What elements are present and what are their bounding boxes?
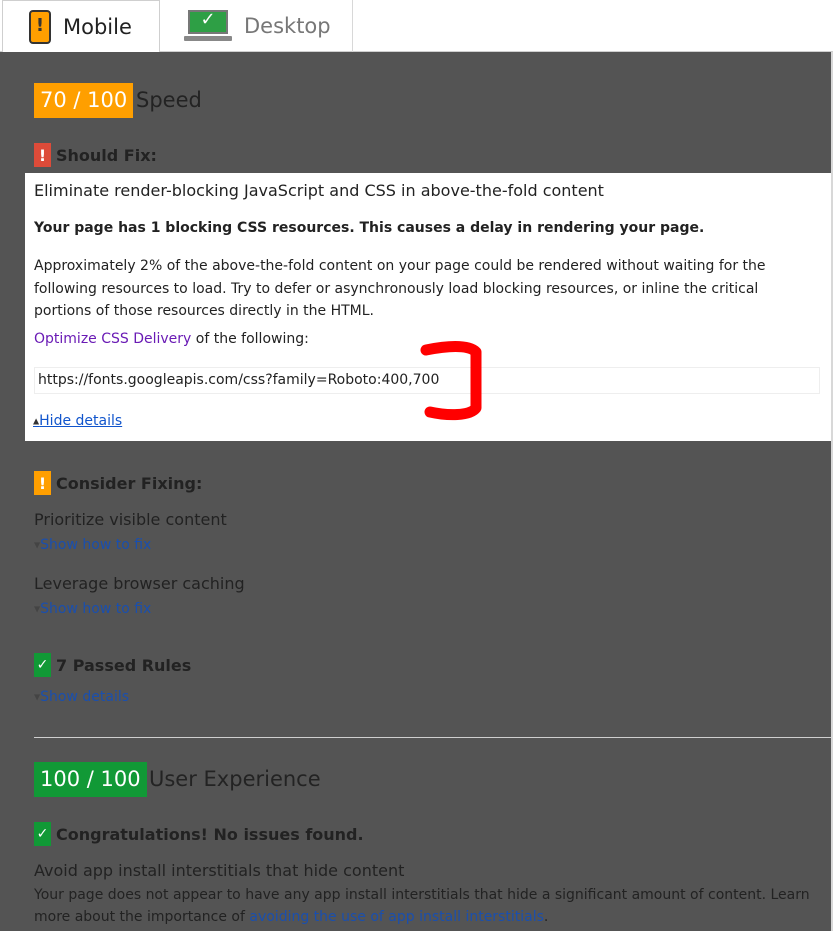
show-how-to-fix-label: Show how to fix (40, 601, 152, 617)
optimize-line: Optimize CSS Delivery of the following: (34, 331, 309, 347)
rule-title: Eliminate render-blocking JavaScript and… (34, 181, 604, 200)
rule-description: Approximately 2% of the above-the-fold c… (34, 258, 766, 319)
tab-mobile-label: Mobile (63, 14, 132, 39)
optimize-suffix: of the following: (191, 331, 309, 347)
passed-rules-header: ✓ 7 Passed Rules (34, 653, 191, 677)
ux-title: User Experience (149, 767, 321, 791)
check-icon: ✓ (34, 822, 51, 846)
speed-score-badge: 70 / 100 (34, 83, 134, 118)
hide-details-link[interactable]: ▲Hide details (33, 413, 122, 429)
ux-rule-title: Avoid app install interstitials that hid… (34, 861, 405, 880)
show-how-to-fix-label: Show how to fix (40, 537, 152, 553)
ux-score-badge: 100 / 100 (34, 762, 147, 797)
check-icon: ✓ (34, 653, 51, 677)
rule-summary: Your page has 1 blocking CSS resources. … (34, 220, 705, 236)
ux-congrats-label: Congratulations! No issues found. (56, 824, 364, 844)
tab-mobile[interactable]: ! Mobile (2, 0, 160, 52)
rule-prioritize-visible-content: Prioritize visible content (34, 510, 227, 529)
interstitials-link[interactable]: avoiding the use of app install intersti… (249, 909, 544, 925)
should-fix-header: ! Should Fix: (34, 143, 157, 167)
tab-desktop-label: Desktop (244, 14, 331, 38)
show-details-link[interactable]: ▼Show details (34, 689, 129, 705)
phone-icon: ! (29, 9, 51, 44)
consider-fixing-label: Consider Fixing: (56, 473, 203, 493)
section-divider (34, 737, 831, 738)
monitor-icon: ✓ (184, 9, 232, 42)
speed-title: Speed (136, 88, 202, 112)
rule-leverage-browser-caching: Leverage browser caching (34, 574, 245, 593)
ux-congrats-header: ✓ Congratulations! No issues found. (34, 822, 364, 846)
optimize-css-delivery-link[interactable]: Optimize CSS Delivery (34, 331, 191, 347)
show-how-to-fix-link[interactable]: ▼Show how to fix (34, 537, 151, 553)
warning-icon: ! (34, 471, 51, 495)
exclamation-icon: ! (34, 143, 51, 167)
should-fix-label: Should Fix: (56, 145, 157, 165)
tab-desktop[interactable]: ✓ Desktop (160, 0, 353, 52)
show-details-label: Show details (40, 689, 130, 705)
passed-rules-label: 7 Passed Rules (56, 655, 192, 675)
hide-details-label: Hide details (39, 413, 123, 429)
show-how-to-fix-link[interactable]: ▼Show how to fix (34, 601, 151, 617)
device-tab-bar: ! Mobile ✓ Desktop (0, 0, 833, 52)
red-bracket-annotation (420, 341, 482, 421)
ux-rule-text: Your page does not appear to have any ap… (34, 884, 824, 928)
consider-fixing-header: ! Consider Fixing: (34, 471, 202, 495)
ux-text-after: . (543, 909, 549, 925)
